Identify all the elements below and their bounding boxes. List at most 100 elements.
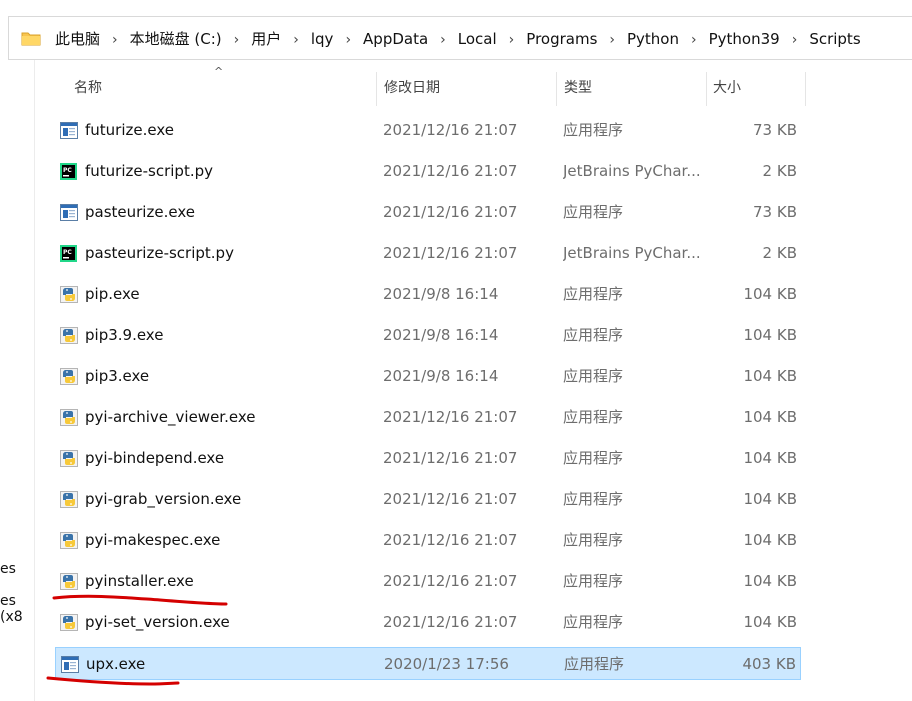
file-date: 2021/12/16 21:07 [383,490,518,508]
svg-text:PC: PC [63,167,72,174]
breadcrumb-chevron-icon[interactable]: › [112,32,118,48]
file-date: 2021/9/8 16:14 [383,285,499,303]
file-row[interactable]: PC pasteurize-script.py 2021/12/16 21:07 Je… [55,237,801,270]
file-date: 2021/12/16 21:07 [383,531,518,549]
breadcrumb-item[interactable]: Python39 [709,30,780,48]
breadcrumb-item[interactable]: Programs [526,30,597,48]
column-header-date[interactable]: 修改日期 [384,68,554,104]
file-name[interactable]: pyi-grab_version.exe [85,483,241,516]
file-date: 2021/12/16 21:07 [383,121,518,139]
file-row[interactable]: pyi-archive_viewer.exe 2021/12/16 21:07 应用… [55,401,801,434]
file-row[interactable]: pyinstaller.exe 2021/12/16 21:07 应用程序 104 K… [55,565,801,598]
breadcrumb-item[interactable]: Local [458,30,497,48]
file-name[interactable]: pip.exe [85,278,140,311]
python-exe-icon [60,368,78,385]
file-name[interactable]: pip3.9.exe [85,319,163,352]
address-bar[interactable]: 此电脑 › 本地磁盘 (C:) › 用户 › lqy › AppData › Local › Progr… [8,16,912,60]
file-row[interactable]: pyi-makespec.exe 2021/12/16 21:07 应用程序 104 … [55,524,801,557]
exe-window-icon [60,122,78,139]
file-name[interactable]: pyi-set_version.exe [85,606,230,639]
breadcrumb-item[interactable]: 用户 [251,30,281,48]
file-row[interactable]: pip3.exe 2021/9/8 16:14 应用程序 104 KB [55,360,801,393]
file-type: 应用程序 [563,203,624,221]
column-header-name[interactable]: 名称 [74,68,374,104]
file-date: 2021/12/16 21:07 [383,572,518,590]
file-date: 2021/12/16 21:07 [383,449,518,467]
file-date: 2021/12/16 21:07 [383,244,518,262]
file-size: 73 KB [753,121,797,139]
column-divider[interactable] [556,72,557,106]
file-size: 104 KB [743,572,797,590]
pycharm-file-icon: PC [60,245,78,262]
file-type: 应用程序 [563,408,624,426]
file-row[interactable]: futurize.exe 2021/12/16 21:07 应用程序 73 KB [55,114,801,147]
file-size: 2 KB [762,244,797,262]
file-name[interactable]: pasteurize-script.py [85,237,234,270]
breadcrumb-item[interactable]: 本地磁盘 (C:) [130,30,222,48]
breadcrumb-chevron-icon[interactable]: › [440,32,446,48]
file-row[interactable]: pyi-set_version.exe 2021/12/16 21:07 应用程序 1… [55,606,801,639]
column-header-size[interactable]: 大小 [713,68,803,104]
file-name[interactable]: pasteurize.exe [85,196,195,229]
column-header-type[interactable]: 类型 [564,68,704,104]
file-name[interactable]: pip3.exe [85,360,149,393]
file-size: 104 KB [743,490,797,508]
nav-item[interactable]: es [0,561,16,577]
svg-text:PC: PC [63,249,72,256]
file-name[interactable]: pyi-archive_viewer.exe [85,401,255,434]
file-name[interactable]: futurize.exe [85,114,174,147]
file-type: 应用程序 [564,655,625,673]
file-size: 104 KB [743,285,797,303]
file-type: 应用程序 [563,326,624,344]
file-row[interactable]: pyi-grab_version.exe 2021/12/16 21:07 应用程序… [55,483,801,516]
breadcrumb-item[interactable]: Scripts [809,30,860,48]
breadcrumb-chevron-icon[interactable]: › [691,32,697,48]
file-row[interactable]: PC futurize-script.py 2021/12/16 21:07 JetB… [55,155,801,188]
column-header-row: 名称 修改日期 类型 大小 [0,68,912,106]
file-date: 2021/12/16 21:07 [383,203,518,221]
breadcrumb-chevron-icon[interactable]: › [609,32,615,48]
file-row[interactable]: pyi-bindepend.exe 2021/12/16 21:07 应用程序 104… [55,442,801,475]
breadcrumb-chevron-icon[interactable]: › [792,32,798,48]
breadcrumb-item[interactable]: lqy [311,30,334,48]
file-row[interactable]: pip.exe 2021/9/8 16:14 应用程序 104 KB [55,278,801,311]
file-type: JetBrains PyChar... [563,162,701,180]
file-date: 2020/1/23 17:56 [384,655,509,673]
file-name[interactable]: pyi-bindepend.exe [85,442,224,475]
breadcrumb: 此电脑 › 本地磁盘 (C:) › 用户 › lqy › AppData › Local › Progr… [55,28,861,49]
file-size: 104 KB [743,613,797,631]
breadcrumb-item[interactable]: AppData [363,30,428,48]
python-exe-icon [60,327,78,344]
file-type: 应用程序 [563,613,624,631]
nav-item[interactable]: es (x8 [0,593,34,625]
pycharm-file-icon: PC [60,163,78,180]
breadcrumb-chevron-icon[interactable]: › [509,32,515,48]
breadcrumb-chevron-icon[interactable]: › [293,32,299,48]
file-name[interactable]: futurize-script.py [85,155,213,188]
breadcrumb-chevron-icon[interactable]: › [234,32,240,48]
file-size: 104 KB [743,367,797,385]
python-exe-icon [60,573,78,590]
file-size: 73 KB [753,203,797,221]
breadcrumb-chevron-icon[interactable]: › [345,32,351,48]
file-size: 104 KB [743,531,797,549]
file-type: 应用程序 [563,285,624,303]
file-name[interactable]: pyi-makespec.exe [85,524,220,557]
column-divider[interactable] [805,72,806,106]
file-type: 应用程序 [563,490,624,508]
file-row[interactable]: pasteurize.exe 2021/12/16 21:07 应用程序 73 KB [55,196,801,229]
file-type: 应用程序 [563,121,624,139]
file-type: 应用程序 [563,367,624,385]
file-size: 104 KB [743,408,797,426]
column-divider[interactable] [706,72,707,106]
file-row[interactable]: pip3.9.exe 2021/9/8 16:14 应用程序 104 KB [55,319,801,352]
column-divider[interactable] [376,72,377,106]
file-type: 应用程序 [563,449,624,467]
file-row-selected[interactable]: upx.exe 2020/1/23 17:56 应用程序 403 KB [55,647,801,680]
file-date: 2021/12/16 21:07 [383,613,518,631]
file-name[interactable]: pyinstaller.exe [85,565,194,598]
breadcrumb-item[interactable]: 此电脑 [55,30,100,48]
file-date: 2021/9/8 16:14 [383,367,499,385]
breadcrumb-item[interactable]: Python [627,30,679,48]
file-name[interactable]: upx.exe [86,648,145,681]
